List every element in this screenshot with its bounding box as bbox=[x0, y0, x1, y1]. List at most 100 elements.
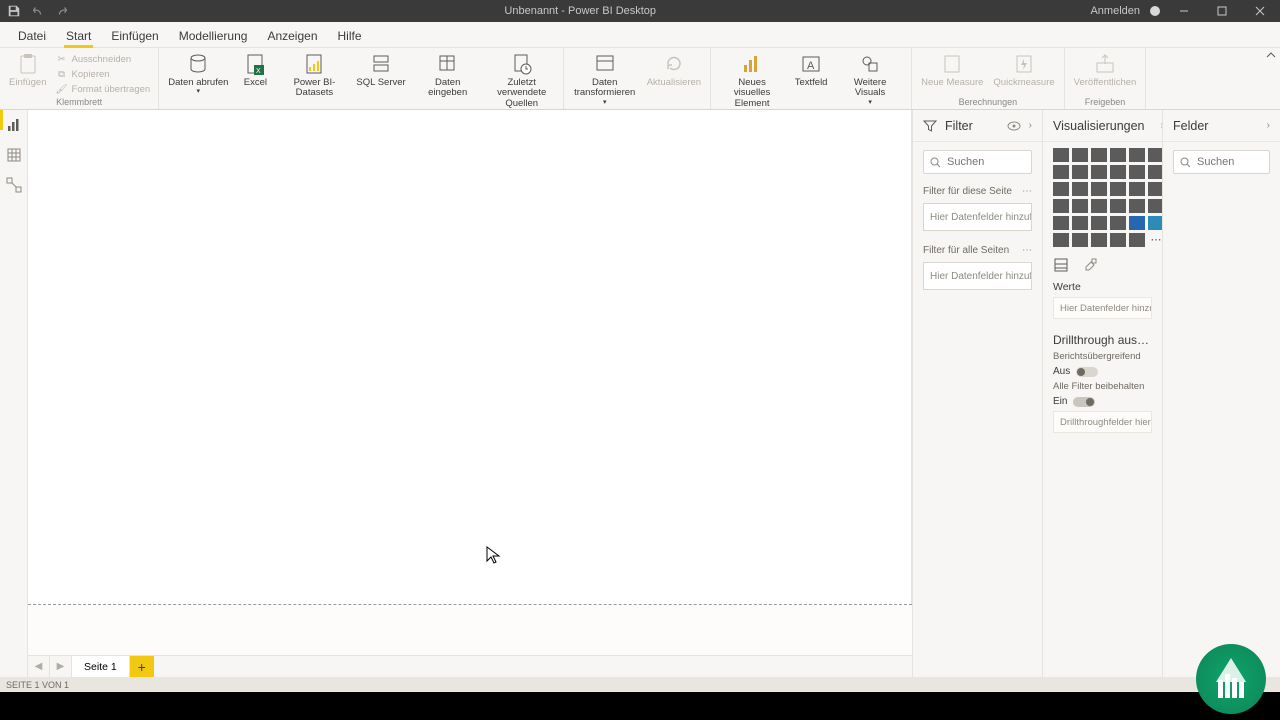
textbox-icon: A bbox=[799, 52, 823, 76]
quick-measure-button[interactable]: Quickmeasure bbox=[990, 50, 1057, 90]
viz-100-bar[interactable] bbox=[1129, 148, 1145, 162]
fields-search[interactable] bbox=[1173, 150, 1270, 174]
ellipsis-icon[interactable]: ⋯ bbox=[1022, 245, 1032, 256]
get-data-button[interactable]: Daten abrufen▾ bbox=[165, 50, 231, 98]
maximize-button[interactable] bbox=[1208, 0, 1236, 22]
save-icon[interactable] bbox=[6, 3, 22, 19]
viz-table[interactable] bbox=[1091, 216, 1107, 230]
publish-button[interactable]: Veröffentlichen bbox=[1071, 50, 1140, 90]
minimize-button[interactable] bbox=[1170, 0, 1198, 22]
more-visuals-button[interactable]: Weitere Visuals▾ bbox=[835, 50, 905, 109]
sql-server-button[interactable]: SQL Server bbox=[353, 50, 408, 90]
tab-modellierung[interactable]: Modellierung bbox=[169, 25, 258, 47]
cut-button[interactable]: ✂Ausschneiden bbox=[54, 52, 153, 66]
viz-scatter[interactable] bbox=[1091, 182, 1107, 196]
tab-einfuegen[interactable]: Einfügen bbox=[101, 25, 168, 47]
viz-pie[interactable] bbox=[1110, 182, 1126, 196]
viz-donut[interactable] bbox=[1129, 182, 1145, 196]
signin-link[interactable]: Anmelden bbox=[1090, 5, 1140, 17]
viz-filled-map[interactable] bbox=[1072, 199, 1088, 213]
enter-data-button[interactable]: Daten eingeben bbox=[413, 50, 483, 101]
format-painter-button[interactable]: 🖌Format übertragen bbox=[54, 82, 153, 96]
viz-clustered-column[interactable] bbox=[1110, 148, 1126, 162]
fields-search-input[interactable] bbox=[1197, 156, 1280, 168]
avatar-icon[interactable] bbox=[1150, 6, 1160, 16]
model-view-icon[interactable] bbox=[5, 176, 23, 194]
copy-button[interactable]: ⧉Kopieren bbox=[54, 67, 153, 81]
chevron-right-icon[interactable]: › bbox=[1267, 120, 1270, 131]
viz-matrix[interactable] bbox=[1110, 216, 1126, 230]
viz-stacked-area[interactable] bbox=[1091, 165, 1107, 179]
viz-qa[interactable] bbox=[1091, 233, 1107, 247]
recent-sources-button[interactable]: Zuletzt verwendete Quellen▾ bbox=[487, 50, 557, 119]
fields-well-icon[interactable] bbox=[1053, 257, 1069, 273]
chevron-right-icon[interactable]: › bbox=[1029, 120, 1032, 131]
format-well-icon[interactable] bbox=[1083, 257, 1099, 273]
group-share-label: Freigeben bbox=[1071, 97, 1140, 108]
viz-r[interactable] bbox=[1129, 216, 1145, 230]
new-measure-button[interactable]: Neue Measure bbox=[918, 50, 986, 90]
refresh-icon bbox=[662, 52, 686, 76]
filter-all-section-label: Filter für alle Seiten bbox=[923, 245, 1009, 256]
close-button[interactable] bbox=[1246, 0, 1274, 22]
drillthrough-dropzone[interactable]: Drillthroughfelder hier hinz... bbox=[1053, 411, 1152, 433]
transform-data-button[interactable]: Daten transformieren▾ bbox=[570, 50, 640, 109]
paste-button[interactable]: Einfügen bbox=[6, 50, 50, 90]
undo-icon[interactable] bbox=[30, 3, 46, 19]
excel-button[interactable]: XExcel bbox=[235, 50, 275, 90]
page-next-button[interactable]: ▶ bbox=[50, 656, 72, 677]
filter-all-dropzone[interactable]: Hier Datenfelder hinzufüg... bbox=[923, 262, 1032, 290]
viz-clustered-bar[interactable] bbox=[1091, 148, 1107, 162]
values-dropzone[interactable]: Hier Datenfelder hinzufügen bbox=[1053, 297, 1152, 319]
page-tab-1[interactable]: Seite 1 bbox=[72, 656, 130, 677]
scissors-icon: ✂ bbox=[56, 53, 68, 65]
toggle-off-label: Aus bbox=[1053, 366, 1070, 377]
shapes-icon bbox=[858, 52, 882, 76]
pbi-datasets-button[interactable]: Power BI-Datasets bbox=[279, 50, 349, 101]
report-canvas[interactable] bbox=[28, 110, 912, 655]
viz-map[interactable] bbox=[1053, 199, 1069, 213]
viz-kpi[interactable] bbox=[1053, 216, 1069, 230]
ellipsis-icon[interactable]: ⋯ bbox=[1022, 186, 1032, 197]
group-clipboard-label: Klemmbrett bbox=[6, 97, 152, 108]
status-text: SEITE 1 VON 1 bbox=[6, 680, 69, 690]
eye-icon[interactable] bbox=[1007, 121, 1021, 131]
tab-datei[interactable]: Datei bbox=[8, 25, 56, 47]
new-visual-button[interactable]: Neues visuelles Element bbox=[717, 50, 787, 111]
keep-filters-toggle[interactable] bbox=[1073, 397, 1095, 407]
viz-funnel[interactable] bbox=[1072, 182, 1088, 196]
viz-waterfall[interactable] bbox=[1053, 182, 1069, 196]
tab-anzeigen[interactable]: Anzeigen bbox=[257, 25, 327, 47]
viz-arcgis[interactable] bbox=[1110, 233, 1126, 247]
add-page-button[interactable]: + bbox=[130, 656, 154, 677]
viz-stacked-column[interactable] bbox=[1072, 148, 1088, 162]
app-title: Unbenannt - Power BI Desktop bbox=[70, 5, 1090, 17]
watermark-icon bbox=[1196, 644, 1266, 714]
refresh-button[interactable]: Aktualisieren bbox=[644, 50, 704, 90]
filter-page-dropzone[interactable]: Hier Datenfelder hinzufüg... bbox=[923, 203, 1032, 231]
redo-icon[interactable] bbox=[54, 3, 70, 19]
tab-start[interactable]: Start bbox=[56, 25, 101, 47]
viz-line[interactable] bbox=[1053, 165, 1069, 179]
measure-icon bbox=[940, 52, 964, 76]
ribbon-collapse-icon[interactable] bbox=[1262, 48, 1280, 109]
viz-stacked-bar[interactable] bbox=[1053, 148, 1069, 162]
viz-area[interactable] bbox=[1072, 165, 1088, 179]
report-view-icon[interactable] bbox=[5, 116, 23, 134]
viz-line-stacked[interactable] bbox=[1110, 165, 1126, 179]
viz-card[interactable] bbox=[1129, 199, 1145, 213]
filter-search[interactable] bbox=[923, 150, 1032, 174]
viz-shape-map[interactable] bbox=[1091, 199, 1107, 213]
viz-powerapps[interactable] bbox=[1129, 233, 1145, 247]
viz-gauge[interactable] bbox=[1110, 199, 1126, 213]
text-box-button[interactable]: ATextfeld bbox=[791, 50, 831, 90]
cross-report-toggle[interactable] bbox=[1076, 367, 1098, 377]
tab-hilfe[interactable]: Hilfe bbox=[328, 25, 372, 47]
viz-key-influencers[interactable] bbox=[1053, 233, 1069, 247]
viz-decomp-tree[interactable] bbox=[1072, 233, 1088, 247]
viz-slicer[interactable] bbox=[1072, 216, 1088, 230]
data-view-icon[interactable] bbox=[5, 146, 23, 164]
page-prev-button[interactable]: ◀ bbox=[28, 656, 50, 677]
viz-line-clustered[interactable] bbox=[1129, 165, 1145, 179]
menu-tabs: Datei Start Einfügen Modellierung Anzeig… bbox=[0, 22, 1280, 48]
